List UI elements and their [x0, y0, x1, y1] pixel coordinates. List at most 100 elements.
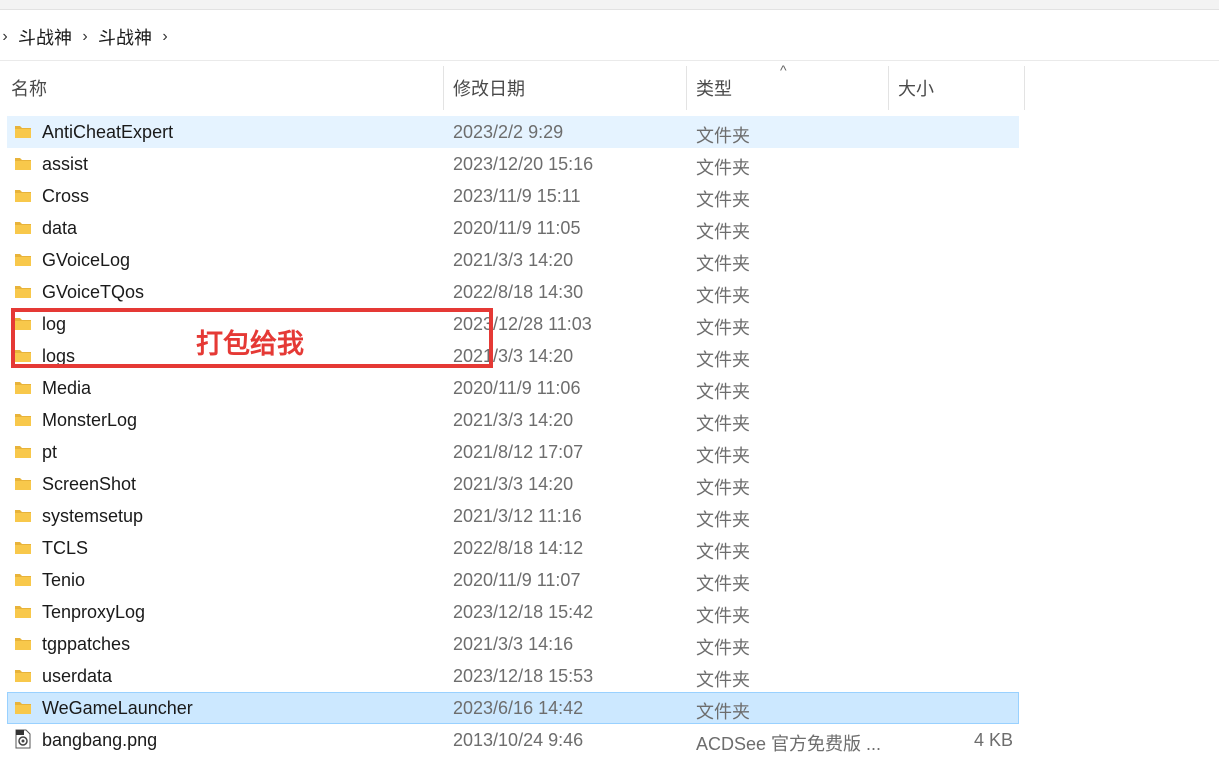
breadcrumb-item[interactable]: 斗战神: [16, 24, 74, 50]
file-type: 文件夹: [696, 638, 750, 658]
file-row[interactable]: data 2020/11/9 11:05 文件夹: [0, 212, 1219, 244]
file-date: 2021/3/3 14:20: [453, 410, 574, 430]
file-date: 2023/12/18 15:42: [453, 602, 594, 622]
folder-icon: [14, 219, 32, 235]
file-row[interactable]: TCLS 2022/8/18 14:12 文件夹: [0, 532, 1219, 564]
file-date: 2021/3/3 14:20: [453, 474, 574, 494]
file-date: 2021/8/12 17:07: [453, 442, 584, 462]
column-header-date[interactable]: 修改日期: [453, 66, 525, 110]
folder-icon: [14, 155, 32, 171]
file-row[interactable]: WeGameLauncher 2023/6/16 14:42 文件夹: [0, 692, 1219, 724]
file-date: 2020/11/9 11:05: [453, 218, 581, 238]
file-date: 2021/3/3 14:16: [453, 634, 574, 654]
file-row[interactable]: GVoiceTQos 2022/8/18 14:30 文件夹: [0, 276, 1219, 308]
file-row[interactable]: assist 2023/12/20 15:16 文件夹: [0, 148, 1219, 180]
annotation-text: 打包给我: [196, 329, 304, 359]
column-divider[interactable]: [686, 66, 687, 110]
file-row[interactable]: ScreenShot 2021/3/3 14:20 文件夹: [0, 468, 1219, 500]
file-name: AntiCheatExpert: [42, 122, 174, 142]
file-type: 文件夹: [696, 510, 750, 530]
file-date: 2023/12/20 15:16: [453, 154, 594, 174]
file-date: 2021/3/12 11:16: [453, 506, 582, 526]
file-name: bangbang.png: [42, 730, 158, 750]
file-type: 文件夹: [696, 222, 750, 242]
folder-icon: [14, 635, 32, 651]
file-date: 2021/3/3 14:20: [453, 250, 574, 270]
file-row[interactable]: Media 2020/11/9 11:06 文件夹: [0, 372, 1219, 404]
folder-icon: [14, 475, 32, 491]
file-name: pt: [42, 442, 58, 462]
folder-icon: [14, 699, 32, 715]
column-header-name[interactable]: 名称: [11, 66, 47, 110]
file-type: 文件夹: [696, 254, 750, 274]
file-date: 2013/10/24 9:46: [453, 730, 584, 750]
file-row[interactable]: systemsetup 2021/3/12 11:16 文件夹: [0, 500, 1219, 532]
file-row[interactable]: Cross 2023/11/9 15:11 文件夹: [0, 180, 1219, 212]
file-date: 2022/8/18 14:12: [453, 538, 584, 558]
png-file-icon: [14, 729, 32, 749]
file-row[interactable]: GVoiceLog 2021/3/3 14:20 文件夹: [0, 244, 1219, 276]
column-header-type[interactable]: 类型: [696, 66, 732, 110]
file-row[interactable]: tgppatches 2021/3/3 14:16 文件夹: [0, 628, 1219, 660]
file-type: 文件夹: [696, 702, 750, 722]
file-date: 2023/6/16 14:42: [453, 698, 584, 718]
divider: [0, 60, 1219, 61]
file-date: 2023/12/18 15:53: [453, 666, 594, 686]
file-name: TenproxyLog: [42, 602, 146, 622]
column-divider[interactable]: [443, 66, 444, 110]
folder-icon: [14, 251, 32, 267]
file-name: assist: [42, 154, 89, 174]
file-type: ACDSee 官方免费版 ...: [696, 734, 882, 754]
file-type: 文件夹: [696, 190, 750, 210]
file-row[interactable]: bangbang.png 2013/10/24 9:46 ACDSee 官方免费版 …: [0, 724, 1219, 756]
file-name: userdata: [42, 666, 113, 686]
file-row[interactable]: userdata 2023/12/18 15:53 文件夹: [0, 660, 1219, 692]
breadcrumb-item[interactable]: 斗战神: [96, 24, 154, 50]
chevron-right-icon[interactable]: ›: [158, 28, 172, 46]
folder-icon: [14, 443, 32, 459]
file-type: 文件夹: [696, 350, 750, 370]
file-type: 文件夹: [696, 158, 750, 178]
chevron-right-icon[interactable]: ›: [0, 28, 12, 46]
file-type: 文件夹: [696, 670, 750, 690]
file-name: Media: [42, 378, 92, 398]
file-date: 2020/11/9 11:06: [453, 378, 581, 398]
chevron-right-icon[interactable]: ›: [78, 28, 92, 46]
folder-icon: [14, 571, 32, 587]
file-name: GVoiceLog: [42, 250, 131, 270]
file-row[interactable]: pt 2021/8/12 17:07 文件夹: [0, 436, 1219, 468]
file-list: AntiCheatExpert 2023/2/2 9:29 文件夹 assist 202…: [0, 116, 1219, 756]
folder-icon: [14, 603, 32, 619]
file-date: 2020/11/9 11:07: [453, 570, 581, 590]
folder-icon: [14, 379, 32, 395]
file-name: MonsterLog: [42, 410, 138, 430]
file-type: 文件夹: [696, 574, 750, 594]
file-type: 文件夹: [696, 318, 750, 338]
folder-icon: [14, 187, 32, 203]
file-row[interactable]: MonsterLog 2021/3/3 14:20 文件夹: [0, 404, 1219, 436]
file-row[interactable]: AntiCheatExpert 2023/2/2 9:29 文件夹: [0, 116, 1219, 148]
file-name: data: [42, 218, 78, 238]
folder-icon: [14, 667, 32, 683]
file-name: ScreenShot: [42, 474, 137, 494]
file-type: 文件夹: [696, 478, 750, 498]
column-divider[interactable]: [888, 66, 889, 110]
folder-icon: [14, 539, 32, 555]
folder-icon: [14, 123, 32, 139]
file-date: 2022/8/18 14:30: [453, 282, 584, 302]
title-bar-strip: [0, 0, 1219, 10]
folder-icon: [14, 283, 32, 299]
file-row[interactable]: TenproxyLog 2023/12/18 15:42 文件夹: [0, 596, 1219, 628]
column-header-size[interactable]: 大小: [898, 66, 934, 110]
file-name: systemsetup: [42, 506, 144, 526]
column-divider[interactable]: [1024, 66, 1025, 110]
file-size: 4 KB: [973, 730, 1013, 750]
breadcrumb: › 斗战神 › 斗战神 ›: [0, 16, 1219, 58]
file-type: 文件夹: [696, 126, 750, 146]
file-row[interactable]: Tenio 2020/11/9 11:07 文件夹: [0, 564, 1219, 596]
file-name: GVoiceTQos: [42, 282, 145, 302]
folder-icon: [14, 507, 32, 523]
file-date: 2023/11/9 15:11: [453, 186, 581, 206]
file-type: 文件夹: [696, 542, 750, 562]
folder-icon: [14, 411, 32, 427]
